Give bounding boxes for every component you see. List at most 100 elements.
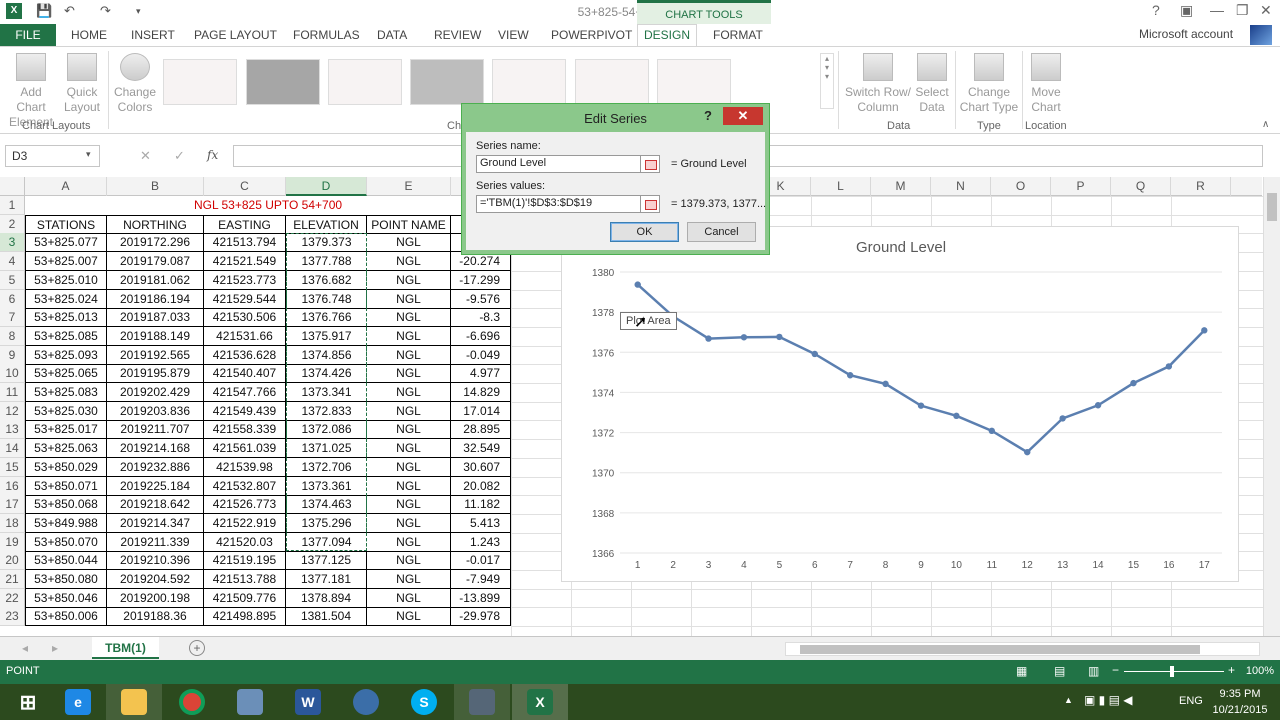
chart-styles-scroll[interactable]: ▴ ▾ ▾ (820, 53, 834, 109)
table-cell[interactable]: 2019204.592 (107, 570, 204, 589)
select-all-corner[interactable] (0, 177, 25, 196)
taskbar-network[interactable] (222, 684, 278, 720)
column-header[interactable]: C (204, 177, 286, 196)
table-cell[interactable]: 1372.086 (286, 420, 367, 440)
add-sheet-button[interactable]: + (189, 640, 205, 656)
table-cell[interactable]: 2019218.642 (107, 495, 204, 515)
table-cell[interactable]: 1376.682 (286, 270, 367, 290)
chart-style-6[interactable] (575, 59, 649, 105)
taskbar-excel[interactable]: X (512, 684, 568, 720)
tab-view[interactable]: VIEW (498, 28, 529, 42)
series-line[interactable] (636, 283, 1206, 454)
table-cell[interactable]: 11.182 (451, 495, 511, 515)
row-header[interactable]: 7 (0, 308, 25, 328)
minimize-icon[interactable]: — (1210, 2, 1224, 18)
sheet-tab-tbm1[interactable]: TBM(1) (92, 637, 159, 659)
page-break-view-icon[interactable]: ▥ (1088, 664, 1099, 678)
tab-design[interactable]: DESIGN (637, 24, 697, 47)
chart-style-2[interactable] (246, 59, 320, 105)
column-header[interactable]: E (367, 177, 451, 196)
move-chart-button[interactable]: Move Chart (1026, 53, 1066, 115)
tab-formulas[interactable]: FORMULAS (293, 28, 360, 42)
table-cell[interactable]: 421558.339 (204, 420, 286, 440)
table-cell[interactable]: 30.607 (451, 457, 511, 477)
column-header[interactable]: P (1051, 177, 1111, 196)
table-cell[interactable]: NGL (367, 289, 451, 309)
add-chart-element-button[interactable]: Add Chart Element (4, 53, 58, 130)
account-menu[interactable]: Microsoft account (1139, 27, 1233, 41)
h-scroll-thumb[interactable] (800, 645, 1200, 654)
series-name-collapse-icon[interactable] (640, 155, 660, 173)
chart-style-1[interactable] (163, 59, 237, 105)
table-cell[interactable]: 32.549 (451, 439, 511, 459)
table-cell[interactable]: 53+825.077 (25, 233, 107, 253)
row-header[interactable]: 13 (0, 420, 25, 440)
switch-row-column-button[interactable]: Switch Row/ Column (844, 53, 912, 115)
table-cell[interactable]: 421513.788 (204, 570, 286, 589)
table-cell[interactable]: 1378.894 (286, 588, 367, 608)
table-cell[interactable]: 1375.296 (286, 513, 367, 533)
taskbar-chrome[interactable] (164, 684, 220, 720)
table-cell[interactable]: NGL (367, 383, 451, 402)
table-cell[interactable]: NGL (367, 270, 451, 290)
table-cell[interactable]: 1372.833 (286, 401, 367, 421)
zoom-slider-handle[interactable] (1170, 666, 1174, 677)
table-cell[interactable]: 421513.794 (204, 233, 286, 253)
table-cell[interactable]: NGL (367, 252, 451, 272)
name-box-dropdown-icon[interactable]: ▾ (86, 149, 91, 160)
table-cell[interactable]: 53+850.070 (25, 532, 107, 552)
table-cell[interactable]: NGL (367, 439, 451, 459)
table-cell[interactable]: 2019203.836 (107, 401, 204, 421)
table-cell[interactable]: 421519.195 (204, 551, 286, 571)
table-cell[interactable]: 17.014 (451, 401, 511, 421)
table-cell[interactable]: -9.576 (451, 289, 511, 309)
tray-icons[interactable]: ▣ ▮ ▤ ◀ (1084, 693, 1133, 707)
dialog-help-icon[interactable]: ? (704, 108, 712, 123)
table-cell[interactable]: 1372.706 (286, 457, 367, 477)
table-cell[interactable]: 53+825.065 (25, 364, 107, 384)
table-cell[interactable]: 2019225.184 (107, 476, 204, 496)
avatar[interactable] (1250, 25, 1272, 45)
table-cell[interactable]: 53+825.024 (25, 289, 107, 309)
table-cell[interactable]: NGL (367, 401, 451, 421)
table-cell[interactable]: 53+850.068 (25, 495, 107, 515)
table-cell[interactable]: 2019192.565 (107, 345, 204, 365)
table-cell[interactable]: 2019188.149 (107, 326, 204, 346)
data-point[interactable] (1059, 415, 1066, 422)
start-button[interactable]: ⊞ (0, 684, 56, 720)
table-cell[interactable]: 421547.766 (204, 383, 286, 402)
table-cell[interactable]: -17.299 (451, 270, 511, 290)
table-cell[interactable]: 2019202.429 (107, 383, 204, 402)
table-cell[interactable]: NGL (367, 308, 451, 328)
table-cell[interactable]: NGL (367, 345, 451, 365)
zoom-level[interactable]: 100% (1246, 665, 1274, 677)
chart-style-4[interactable] (410, 59, 484, 105)
table-cell[interactable]: NGL (367, 588, 451, 608)
table-cell[interactable]: -6.696 (451, 326, 511, 346)
zoom-in-icon[interactable]: + (1228, 663, 1235, 677)
tab-page-layout[interactable]: PAGE LAYOUT (194, 28, 277, 42)
tab-powerpivot[interactable]: POWERPIVOT (551, 28, 632, 42)
table-cell[interactable]: 53+825.093 (25, 345, 107, 365)
table-cell[interactable]: 421522.919 (204, 513, 286, 533)
table-cell[interactable]: 421521.549 (204, 252, 286, 272)
data-point[interactable] (634, 281, 641, 288)
series-values-input[interactable]: ='TBM(1)'!$D$3:$D$19 (476, 195, 660, 213)
column-header[interactable]: B (107, 177, 204, 196)
table-cell[interactable]: 53+850.044 (25, 551, 107, 571)
data-point[interactable] (705, 335, 712, 342)
table-cell[interactable]: 2019187.033 (107, 308, 204, 328)
table-cell[interactable]: NGL (367, 476, 451, 496)
formula-enter-icon[interactable]: ✓ (174, 148, 185, 164)
data-point[interactable] (776, 333, 783, 341)
table-cell[interactable]: -13.899 (451, 588, 511, 608)
table-cell[interactable]: 2019211.339 (107, 532, 204, 552)
clock-date[interactable]: 10/21/2015 (1210, 704, 1270, 716)
table-cell[interactable]: 1373.361 (286, 476, 367, 496)
vertical-scrollbar[interactable] (1263, 177, 1280, 636)
table-cell[interactable]: 421520.03 (204, 532, 286, 552)
table-cell[interactable]: 421523.773 (204, 270, 286, 290)
data-point[interactable] (846, 372, 854, 379)
data-point[interactable] (882, 380, 889, 388)
tab-format[interactable]: FORMAT (713, 28, 763, 42)
